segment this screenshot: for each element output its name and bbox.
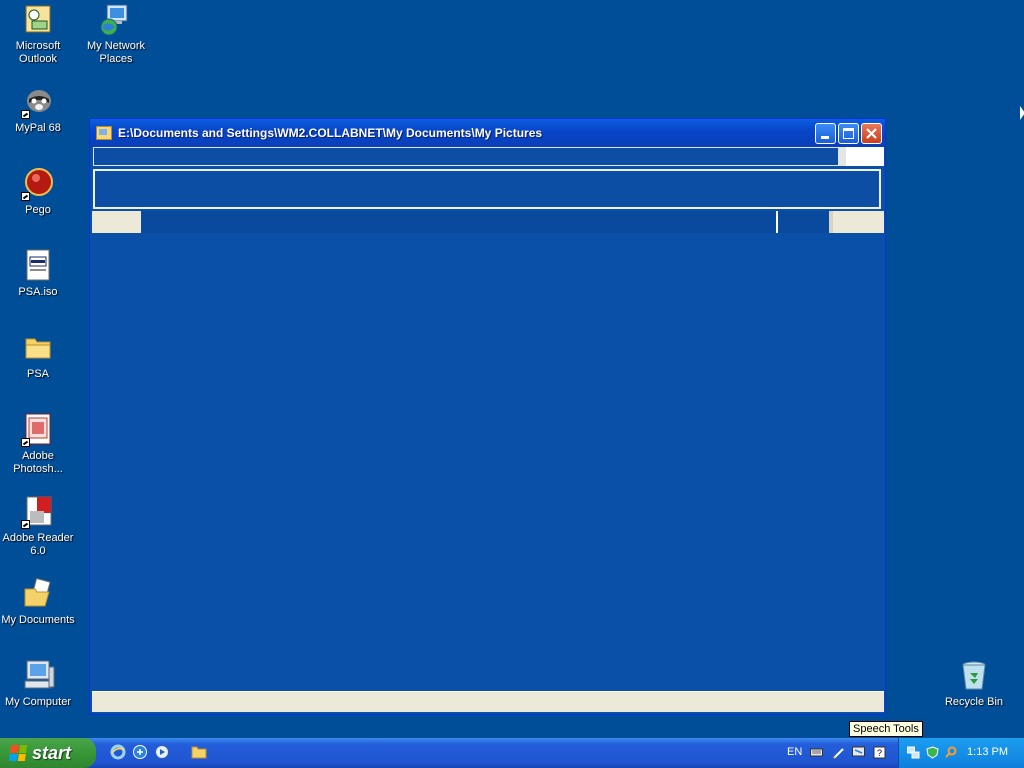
window-titlebar[interactable]: E:\Documents and Settings\WM2.COLLABNET\… — [90, 119, 885, 147]
explorer-window[interactable]: E:\Documents and Settings\WM2.COLLABNET\… — [89, 118, 886, 715]
start-label: start — [32, 742, 72, 763]
iso-file-icon — [21, 249, 55, 283]
clock[interactable]: 1:13 PM — [967, 746, 1008, 758]
language-indicator[interactable]: EN — [787, 746, 802, 758]
pen-tool-icon[interactable] — [833, 746, 846, 759]
toolbar-filler — [846, 147, 884, 166]
my-computer-icon — [21, 659, 55, 693]
recycle-bin-icon — [957, 659, 991, 693]
internet-explorer-icon[interactable] — [110, 744, 126, 760]
shortcut-arrow-icon — [21, 192, 30, 201]
maximize-icon — [843, 128, 854, 139]
search-magnifier-icon[interactable] — [945, 746, 958, 759]
network-places-icon — [99, 3, 133, 37]
desktop-icon-psa-iso[interactable]: PSA.iso — [0, 249, 76, 299]
my-documents-icon — [21, 577, 55, 611]
minimize-button[interactable] — [815, 123, 836, 144]
folder-window-icon — [96, 126, 112, 140]
windows-logo-icon — [8, 745, 28, 761]
folder-content-pane[interactable] — [92, 233, 884, 691]
taskbar: start EN ? 1:13 PM — [0, 738, 1024, 768]
media-player-icon[interactable] — [154, 744, 170, 760]
tooltip-speech-tools: Speech Tools — [849, 721, 923, 737]
desktop-icon-photoshop[interactable]: Adobe Photosh... — [0, 413, 76, 476]
minimize-icon — [821, 136, 829, 139]
speech-tools-icon[interactable] — [852, 746, 865, 759]
maximize-button[interactable] — [838, 123, 859, 144]
mouse-cursor — [1020, 106, 1024, 120]
help-icon[interactable]: ? — [873, 746, 886, 759]
desktop-icon-mypal[interactable]: MyPal 68 — [0, 85, 76, 135]
menu-bar[interactable] — [93, 147, 839, 166]
desktop-icon-network-places[interactable]: My Network Places — [78, 3, 154, 66]
outlook-express-icon[interactable] — [132, 744, 148, 760]
desktop-icon-my-documents[interactable]: My Documents — [0, 577, 76, 627]
desktop-icon-psa-folder[interactable]: PSA — [0, 331, 76, 381]
toolbar-area[interactable] — [93, 169, 881, 209]
start-button[interactable]: start — [0, 738, 96, 768]
address-band[interactable] — [92, 211, 884, 233]
folder-icon — [21, 331, 55, 365]
address-band-left — [92, 211, 141, 233]
shortcut-arrow-icon — [21, 438, 30, 447]
desktop-icon-recycle-bin[interactable]: Recycle Bin — [936, 659, 1012, 709]
shortcut-arrow-icon — [21, 110, 30, 119]
mypal-icon — [21, 85, 55, 119]
address-band-divider[interactable] — [776, 211, 778, 233]
network-connection-icon[interactable] — [907, 746, 920, 759]
pego-icon — [21, 167, 55, 201]
shortcut-arrow-icon — [21, 520, 30, 529]
desktop-icon-my-computer[interactable]: My Computer — [0, 659, 76, 709]
desktop-icon-adobe-reader[interactable]: Adobe Reader 6.0 — [0, 495, 76, 558]
keyboard-icon[interactable] — [810, 746, 823, 759]
close-icon — [866, 128, 877, 139]
outlook-icon — [21, 3, 55, 37]
explorer-folder-task-icon[interactable] — [191, 744, 207, 760]
system-tray: 1:13 PM — [898, 738, 1024, 768]
desktop-icon-outlook[interactable]: Microsoft Outlook — [0, 3, 76, 66]
desktop-icon-pego[interactable]: Pego — [0, 167, 76, 217]
svg-text:?: ? — [877, 748, 882, 758]
photoshop-icon — [21, 413, 55, 447]
close-button[interactable] — [861, 123, 882, 144]
toolbar-grip[interactable] — [839, 147, 846, 166]
adobe-reader-icon — [21, 495, 55, 529]
security-shield-icon[interactable] — [926, 746, 939, 759]
window-title: E:\Documents and Settings\WM2.COLLABNET\… — [118, 126, 543, 140]
status-bar — [92, 691, 884, 712]
address-band-right — [829, 211, 884, 233]
